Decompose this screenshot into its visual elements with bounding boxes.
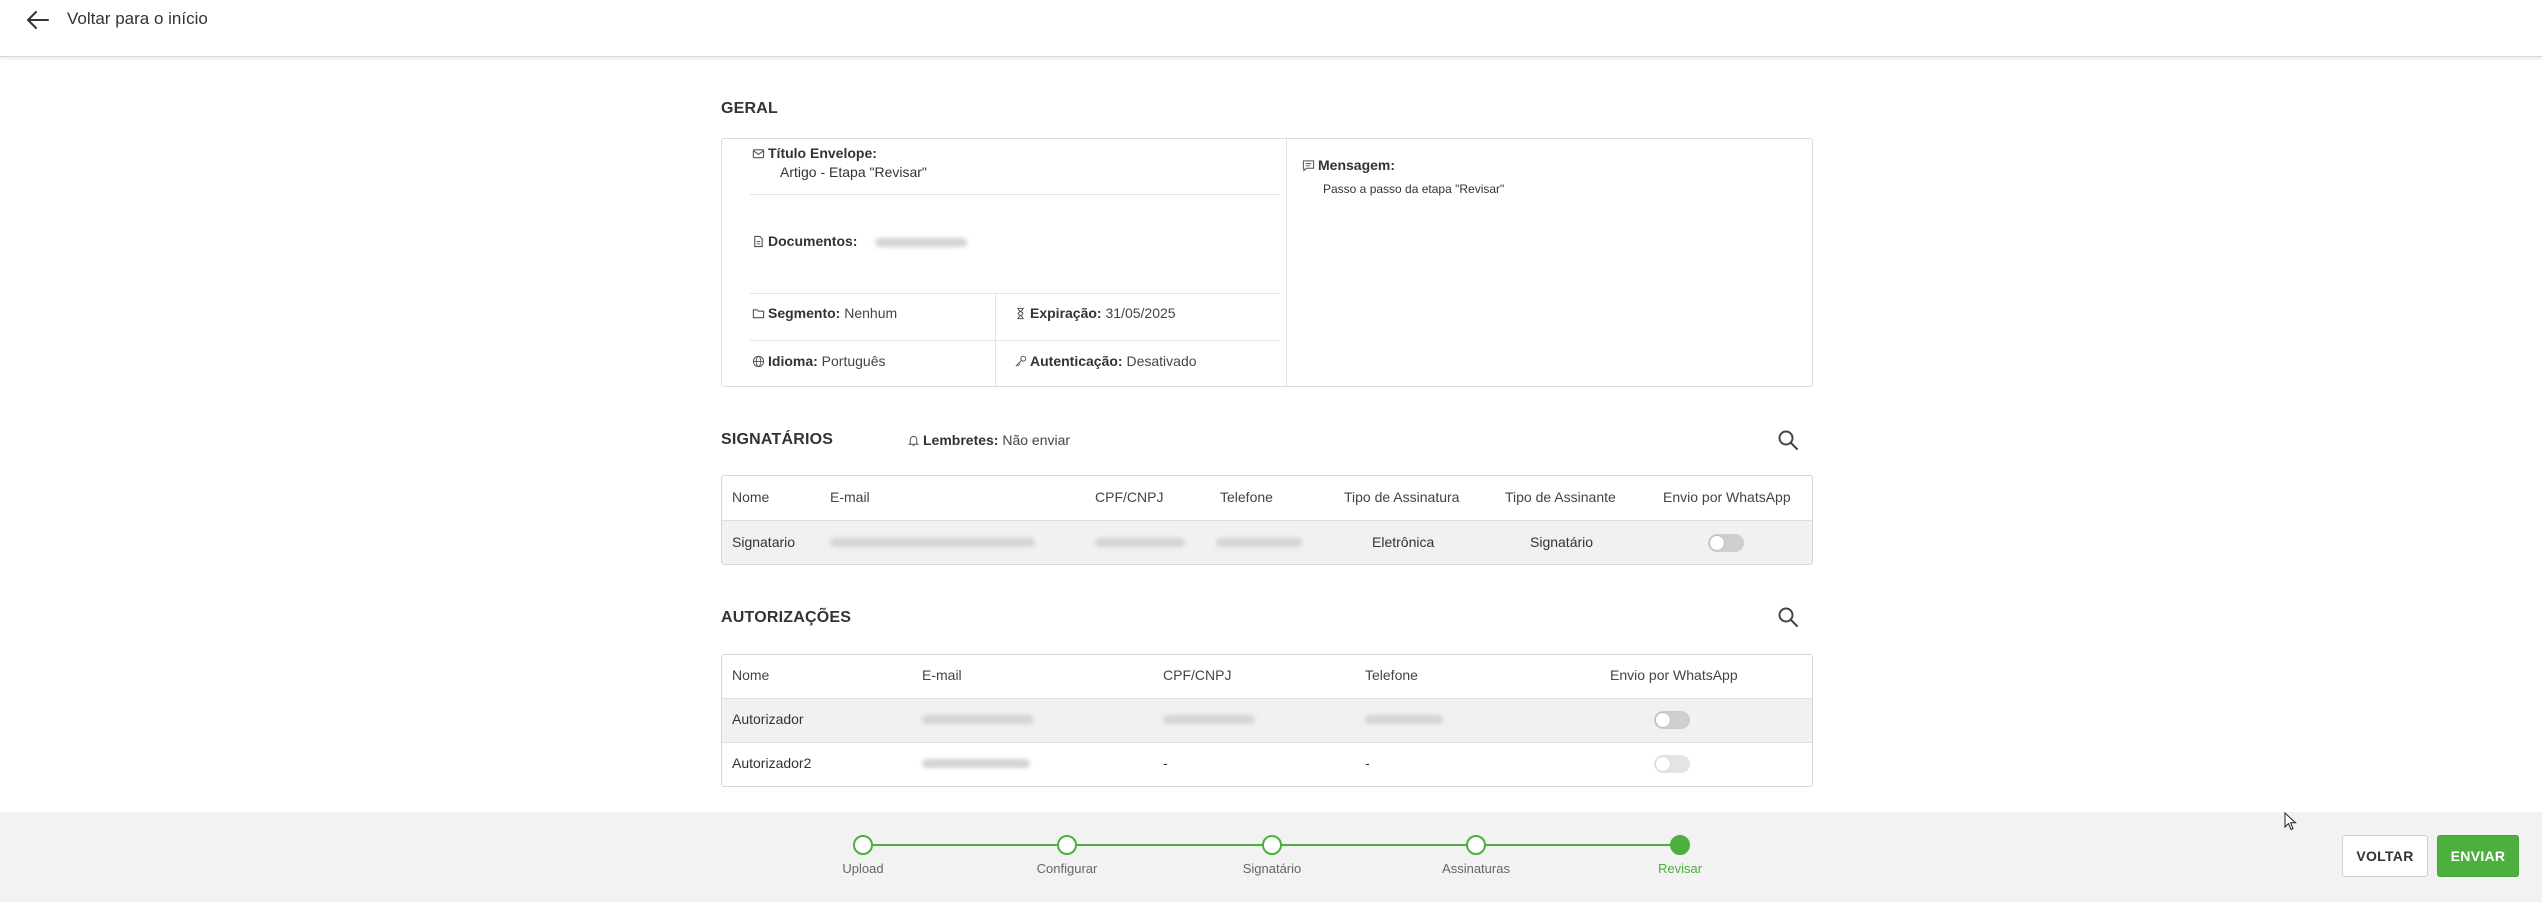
- authentication-value: Desativado: [1126, 353, 1197, 369]
- send-button[interactable]: ENVIAR: [2437, 835, 2519, 877]
- documents-label: Documentos:: [768, 233, 858, 249]
- language-value: Português: [821, 353, 886, 369]
- top-bar: Voltar para o início: [0, 0, 2542, 57]
- reminders-label: Lembretes:: [923, 432, 999, 448]
- bell-icon: [908, 435, 919, 446]
- document-icon: [754, 235, 763, 248]
- arrow-left-icon[interactable]: [24, 8, 52, 32]
- column-header: E-mail: [922, 667, 962, 683]
- column-header: Nome: [732, 667, 770, 683]
- signer-name: Signatario: [732, 534, 796, 550]
- message-value: Passo a passo da etapa "Revisar": [1323, 182, 1505, 196]
- footer-bar: [0, 812, 2542, 902]
- expiration-label: Expiração:: [1030, 305, 1102, 321]
- column-header: Tipo de Assinante: [1505, 489, 1616, 505]
- back-to-home-link[interactable]: Voltar para o início: [67, 9, 208, 29]
- mouse-cursor-icon: [2284, 812, 2297, 831]
- back-button[interactable]: VOLTAR: [2342, 835, 2428, 877]
- message-icon: [1302, 160, 1315, 172]
- envelope-title-field: Título Envelope:: [752, 145, 877, 161]
- document-name-redacted[interactable]: [875, 237, 968, 247]
- column-header: CPF/CNPJ: [1163, 667, 1232, 683]
- table-row[interactable]: Autorizador: [722, 698, 1812, 742]
- divider: [995, 293, 996, 386]
- divider: [750, 340, 1280, 341]
- key-icon: [1015, 355, 1027, 367]
- folder-icon: [752, 309, 765, 319]
- authorizer-email-redacted: [922, 715, 1034, 724]
- message-label: Mensagem:: [1318, 157, 1396, 173]
- authorizer-phone-redacted: [1365, 715, 1443, 724]
- signer-email-redacted: [830, 538, 1035, 547]
- section-title-autorizacoes: AUTORIZAÇÕES: [721, 609, 852, 626]
- step-assinaturas[interactable]: [1466, 835, 1486, 855]
- step-label: Revisar: [1657, 861, 1703, 876]
- segment-field: Segmento: Nenhum: [752, 305, 897, 321]
- authorizer-email-redacted: [922, 759, 1030, 768]
- step-label: Signatário: [1242, 861, 1302, 876]
- hourglass-icon: [1017, 307, 1024, 320]
- language-field: Idioma: Português: [752, 353, 886, 369]
- table-row[interactable]: Signatario Eletrônica Signatário: [722, 520, 1812, 564]
- section-title-geral: GERAL: [721, 100, 778, 117]
- column-header: Envio por WhatsApp: [1663, 489, 1791, 505]
- message-field: Mensagem:: [1302, 157, 1395, 173]
- search-icon[interactable]: [1776, 428, 1800, 452]
- table-row[interactable]: Autorizador2 - -: [722, 743, 1812, 786]
- authorizer-cpf-redacted: [1163, 715, 1255, 724]
- expiration-value: 31/05/2025: [1105, 305, 1176, 321]
- whatsapp-toggle[interactable]: [1708, 534, 1744, 552]
- signers-table: Nome E-mail CPF/CNPJ Telefone Tipo de As…: [721, 475, 1813, 565]
- reminders-value: Não enviar: [1002, 432, 1071, 448]
- section-title-signatarios: SIGNATÁRIOS: [721, 431, 834, 448]
- reminders-field[interactable]: Lembretes: Não enviar: [907, 432, 1070, 448]
- step-revisar[interactable]: [1670, 835, 1690, 855]
- step-label: Upload: [842, 861, 884, 876]
- step-configurar[interactable]: [1057, 835, 1077, 855]
- column-header: Telefone: [1365, 667, 1418, 683]
- authentication-field: Autenticação: Desativado: [1014, 353, 1197, 369]
- authorizer-name: Autorizador: [732, 711, 804, 727]
- authorizer-phone: -: [1365, 755, 1370, 771]
- step-upload[interactable]: [853, 835, 873, 855]
- envelope-title-label: Título Envelope:: [768, 145, 877, 161]
- authorizer-cpf: -: [1163, 755, 1168, 771]
- authorizer-name: Autorizador2: [732, 755, 812, 771]
- expiration-field: Expiração: 31/05/2025: [1014, 305, 1176, 321]
- column-header: CPF/CNPJ: [1095, 489, 1164, 505]
- column-header: Envio por WhatsApp: [1610, 667, 1738, 683]
- language-label: Idioma:: [768, 353, 818, 369]
- envelope-icon: [752, 149, 765, 159]
- authorizations-table: Nome E-mail CPF/CNPJ Telefone Envio por …: [721, 654, 1813, 787]
- globe-icon: [752, 355, 765, 368]
- signer-type: Signatário: [1530, 534, 1594, 550]
- step-signatario[interactable]: [1262, 835, 1282, 855]
- divider: [1286, 139, 1287, 386]
- signer-phone-redacted: [1216, 538, 1302, 547]
- search-icon[interactable]: [1776, 605, 1800, 629]
- step-label: Configurar: [1036, 861, 1098, 876]
- signer-signature-type: Eletrônica: [1372, 534, 1435, 550]
- segment-label: Segmento:: [768, 305, 841, 321]
- step-label: Assinaturas: [1442, 861, 1510, 876]
- authentication-label: Autenticação:: [1030, 353, 1123, 369]
- column-header: Nome: [732, 489, 770, 505]
- documents-field: Documentos:: [752, 233, 968, 249]
- envelope-title-value: Artigo - Etapa "Revisar": [780, 164, 927, 180]
- whatsapp-toggle[interactable]: [1654, 755, 1690, 773]
- column-header: E-mail: [830, 489, 870, 505]
- geral-card: Título Envelope: Artigo - Etapa "Revisar…: [721, 138, 1813, 387]
- column-header: Tipo de Assinatura: [1344, 489, 1460, 505]
- column-header: Telefone: [1220, 489, 1273, 505]
- signer-cpf-redacted: [1095, 538, 1185, 547]
- segment-value: Nenhum: [844, 305, 898, 321]
- whatsapp-toggle[interactable]: [1654, 711, 1690, 729]
- divider: [750, 194, 1280, 195]
- divider: [750, 293, 1280, 294]
